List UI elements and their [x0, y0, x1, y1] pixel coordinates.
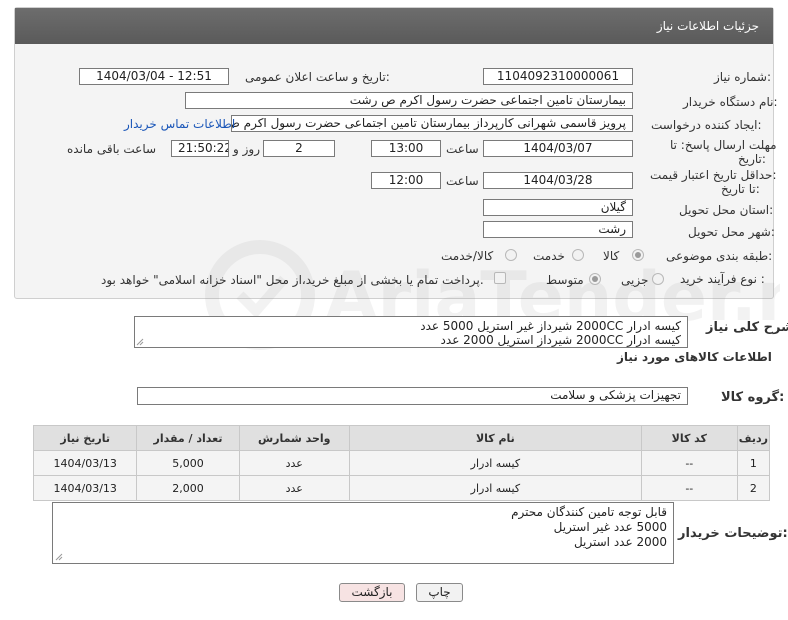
city-label: شهر محل تحویل:	[688, 225, 775, 239]
reply-deadline-label: مهلت ارسال پاسخ: تا	[670, 138, 777, 152]
table-row[interactable]: 1404/03/13 2,000 عدد کیسه ادرار -- 2	[32, 475, 771, 501]
buyer-notes-label: توضیحات خریدار:	[678, 526, 788, 541]
category-goods-service-label: کالا/خدمت	[441, 249, 494, 263]
category-label: طبقه بندی موضوعی:	[666, 249, 773, 263]
col-goods-name: نام کالا	[348, 425, 642, 451]
province-field[interactable]: گیلان	[483, 199, 633, 216]
table-header-row: تاریخ نیاز تعداد / مقدار واحد شمارش نام …	[32, 425, 771, 451]
price-validity-date-field[interactable]: 1404/03/28	[483, 172, 633, 189]
reply-days-label: روز و	[233, 142, 260, 156]
col-unit: واحد شمارش	[238, 425, 350, 451]
col-quantity: تعداد / مقدار	[136, 425, 240, 451]
requester-label: ایجاد کننده درخواست:	[651, 118, 762, 132]
reply-time-label: ساعت	[446, 142, 479, 156]
province-label: استان محل تحویل:	[679, 203, 774, 217]
buyer-org-field[interactable]: بیمارستان تامین اجتماعی حضرت رسول اکرم ص…	[185, 92, 633, 109]
announce-datetime-field[interactable]: 1404/03/04 - 12:51	[79, 68, 229, 85]
buyer-notes-resize-icon[interactable]	[55, 553, 63, 561]
requester-field[interactable]: پرویز قاسمی شهرانی کارپرداز بیمارستان تا…	[231, 115, 633, 132]
need-number-field[interactable]: 1104092310000061	[483, 68, 633, 85]
goods-group-field[interactable]: تجهیزات پزشکی و سلامت	[137, 387, 688, 405]
cell-need-date: 1404/03/13	[32, 475, 138, 501]
cell-goods-name: کیسه ادرار	[348, 450, 642, 476]
reply-days-field[interactable]: 2	[263, 140, 335, 157]
category-service-radio[interactable]	[572, 249, 584, 261]
cell-goods-code: --	[640, 475, 738, 501]
remaining-time-label: ساعت باقی مانده	[67, 142, 157, 156]
buyer-notes-textarea[interactable]: قابل توجه تامین کنندگان محترم 5000 عدد غ…	[52, 502, 674, 564]
description-resize-icon[interactable]	[136, 338, 144, 346]
cell-quantity: 2,000	[136, 475, 240, 501]
description-label: شرح کلی نیاز:	[706, 320, 788, 335]
panel-title: جزئیات اطلاعات نیاز	[656, 19, 759, 33]
cell-unit: عدد	[238, 475, 350, 501]
reply-deadline-label-2: تاریخ:	[738, 152, 766, 166]
purchase-minor-label: جزیی	[621, 273, 649, 287]
need-number-label: شماره نیاز:	[714, 70, 772, 84]
category-goods-label: کالا	[603, 249, 620, 263]
reply-date-field[interactable]: 1404/03/07	[483, 140, 633, 157]
buyer-org-label: نام دستگاه خریدار:	[683, 95, 778, 109]
print-button[interactable]: چاپ	[416, 583, 463, 602]
purchase-medium-label: متوسط	[546, 273, 584, 287]
buyer-notes-line-2: 5000 عدد غیر استریل	[553, 520, 667, 534]
treasury-payment-note: پرداخت تمام یا بخشی از مبلغ خرید،از محل …	[101, 273, 484, 287]
purchase-medium-radio[interactable]	[589, 273, 601, 285]
category-goods-radio[interactable]	[632, 249, 644, 261]
cell-quantity: 5,000	[136, 450, 240, 476]
remaining-time-field[interactable]: 21:50:22	[171, 140, 229, 157]
buyer-notes-line-1: قابل توجه تامین کنندگان محترم	[511, 505, 667, 519]
cell-row: 1	[736, 450, 771, 476]
cell-unit: عدد	[238, 450, 350, 476]
buyer-notes-line-3: 2000 عدد استریل	[573, 535, 667, 549]
treasury-payment-checkbox[interactable]	[494, 272, 506, 284]
cell-need-date: 1404/03/13	[32, 450, 138, 476]
col-goods-code: کد کالا	[640, 425, 738, 451]
price-validity-label: حداقل تاریخ اعتبار قیمت:	[650, 168, 777, 182]
panel-header: جزئیات اطلاعات نیاز	[15, 8, 773, 44]
description-line-1: کیسه ادرار 2000CC شیرداز غیر استریل 5000…	[420, 319, 681, 333]
description-textarea[interactable]: کیسه ادرار 2000CC شیرداز غیر استریل 5000…	[134, 316, 688, 348]
purchase-minor-radio[interactable]	[652, 273, 664, 285]
reply-time-field[interactable]: 13:00	[371, 140, 441, 157]
cell-row: 2	[736, 475, 771, 501]
buyer-contact-link[interactable]: اطلاعات تماس خریدار	[124, 117, 235, 131]
table-row[interactable]: 1404/03/13 5,000 عدد کیسه ادرار -- 1	[32, 450, 771, 476]
price-validity-time-label: ساعت	[446, 174, 479, 188]
description-line-2: کیسه ادرار 2000CC شیرداز استریل 2000 عدد	[440, 333, 681, 347]
goods-table: تاریخ نیاز تعداد / مقدار واحد شمارش نام …	[32, 425, 771, 501]
price-validity-label-2: تا تاریخ:	[721, 182, 760, 196]
cell-goods-name: کیسه ادرار	[348, 475, 642, 501]
goods-section-title: اطلاعات کالاهای مورد نیاز	[617, 350, 772, 364]
back-button[interactable]: بازگشت	[339, 583, 405, 602]
cell-goods-code: --	[640, 450, 738, 476]
goods-group-label: گروه کالا:	[721, 390, 785, 405]
city-field[interactable]: رشت	[483, 221, 633, 238]
category-service-label: خدمت	[533, 249, 565, 263]
purchase-type-label: نوع فرآیند خرید :	[680, 272, 765, 286]
col-need-date: تاریخ نیاز	[32, 425, 138, 451]
col-row: ردیف	[736, 425, 771, 451]
category-goods-service-radio[interactable]	[505, 249, 517, 261]
announce-datetime-label: تاریخ و ساعت اعلان عمومی:	[245, 70, 390, 84]
price-validity-time-field[interactable]: 12:00	[371, 172, 441, 189]
